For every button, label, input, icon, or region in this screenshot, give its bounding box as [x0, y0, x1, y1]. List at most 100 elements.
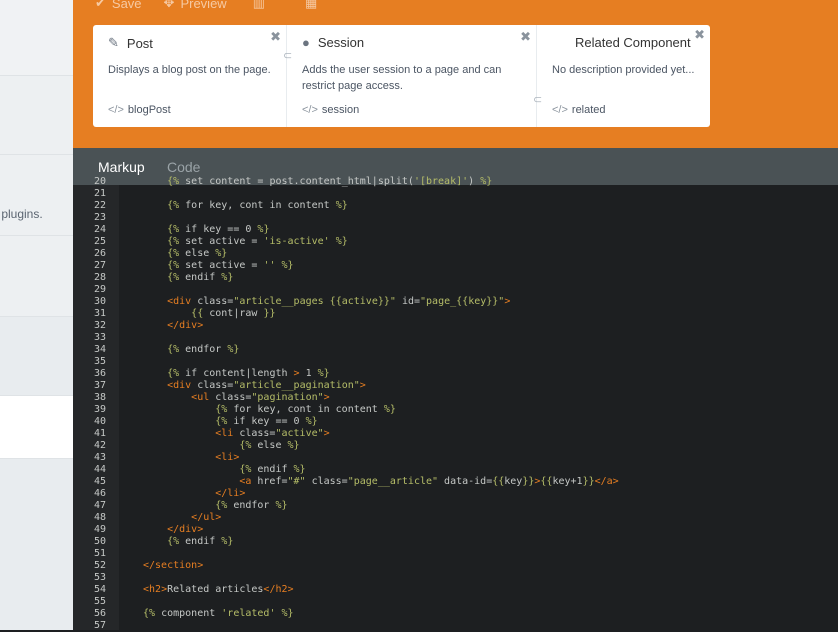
- save-label: Save: [111, 0, 142, 11]
- line-number: 40: [93, 416, 106, 427]
- code-editor[interactable]: 20 {% set content = post.content_html|sp…: [73, 176, 838, 631]
- component-alias-text: session: [321, 104, 360, 116]
- sidebar-block[interactable]: [0, 0, 73, 76]
- code-text: {% if content|length > 1 %}: [167, 368, 330, 379]
- user-icon: ●: [302, 35, 310, 50]
- code-icon: </>: [552, 104, 568, 116]
- line-number: 57: [93, 620, 106, 631]
- table-icon: ▦: [305, 0, 318, 10]
- toolbar: ✔ Save ✥ Preview ▥ ▦: [95, 0, 345, 12]
- code-text: {% if key == 0 %}: [215, 416, 318, 427]
- component-card-related[interactable]: Related Component No description provide…: [537, 25, 710, 127]
- trash-icon: ▥: [252, 0, 265, 10]
- line-number: 27: [93, 260, 106, 271]
- code-icon: </>: [302, 104, 318, 116]
- code-text: {% for key, cont in content %}: [215, 404, 396, 415]
- sidebar-hint-text: r plugins.: [0, 207, 43, 221]
- code-text: <a href="#" class="page__article" data-i…: [239, 476, 619, 487]
- code-text: {% for key, cont in content %}: [167, 200, 348, 211]
- line-number: 37: [93, 380, 106, 391]
- line-number: 32: [93, 320, 106, 331]
- move-icon: ✥: [163, 0, 175, 10]
- code-text: <li class="active">: [215, 428, 330, 439]
- component-title: ● Session: [302, 35, 364, 50]
- preview-label: Preview: [180, 0, 227, 11]
- tab-markup[interactable]: Markup: [98, 159, 145, 175]
- code-text: <div class="article__pages {{active}}" i…: [167, 296, 511, 307]
- sidebar-block: [0, 459, 73, 630]
- line-number: 24: [93, 224, 106, 235]
- line-number: 46: [93, 488, 106, 499]
- line-number: 38: [93, 392, 106, 403]
- line-number: 30: [93, 296, 106, 307]
- line-number: 22: [93, 200, 106, 211]
- close-icon[interactable]: ✖: [694, 27, 705, 43]
- code-text: <h2>Related articles</h2>: [143, 584, 294, 595]
- component-alias-text: related: [571, 104, 606, 116]
- code-text: </section>: [143, 560, 204, 571]
- component-title-text: Post: [126, 35, 153, 51]
- line-number: 29: [93, 284, 106, 295]
- left-sidebar: r plugins.: [0, 0, 73, 630]
- code-text: {% else %}: [239, 440, 300, 451]
- line-number: 56: [93, 608, 106, 619]
- line-number: 23: [93, 212, 106, 223]
- code-text: <div class="article__pagination">: [167, 380, 366, 391]
- sidebar-block[interactable]: [0, 155, 73, 236]
- line-number: 48: [93, 512, 106, 523]
- delete-button[interactable]: ▥: [253, 0, 271, 11]
- line-number: 21: [93, 188, 106, 199]
- component-alias: </> related: [552, 104, 606, 116]
- code-text: {% endif %}: [239, 464, 306, 475]
- component-description: No description provided yet...: [552, 64, 695, 76]
- line-number: 55: [93, 596, 106, 607]
- line-number: 44: [93, 464, 106, 475]
- preview-button[interactable]: ✥ Preview: [164, 0, 227, 11]
- component-alias: </> blogPost: [108, 104, 171, 116]
- code-text: {{ cont|raw }}: [191, 308, 276, 319]
- link-icon: ⊂: [283, 50, 293, 62]
- component-title: ✎ Post: [108, 35, 153, 51]
- line-number: 47: [93, 500, 106, 511]
- component-description: Adds the user session to a page and can …: [302, 64, 502, 92]
- code-text: </li>: [215, 488, 246, 499]
- code-text: <ul class="pagination">: [191, 392, 330, 403]
- code-text: {% else %}: [167, 248, 228, 259]
- close-icon[interactable]: ✖: [270, 29, 281, 45]
- tab-code[interactable]: Code: [167, 159, 200, 175]
- line-number: 39: [93, 404, 106, 415]
- line-number: 35: [93, 356, 106, 367]
- component-card-session[interactable]: ● Session Adds the user session to a pag…: [287, 25, 537, 127]
- code-text: <li>: [215, 452, 240, 463]
- link-icon: ⊂: [533, 94, 543, 106]
- line-number: 42: [93, 440, 106, 451]
- save-button[interactable]: ✔ Save: [95, 0, 142, 11]
- pencil-icon: ✎: [108, 35, 119, 50]
- code-text: {% if key == 0 %}: [167, 224, 270, 235]
- line-number: 36: [93, 368, 106, 379]
- code-text: {% set content = post.content_html|split…: [167, 176, 493, 187]
- table-button[interactable]: ▦: [305, 0, 323, 11]
- line-number: 53: [93, 572, 106, 583]
- line-number: 26: [93, 248, 106, 259]
- code-text: {% set active = '' %}: [167, 260, 294, 271]
- check-icon: ✔: [95, 0, 106, 10]
- sidebar-block[interactable]: [0, 76, 73, 155]
- line-number: 50: [93, 536, 106, 547]
- code-text: {% endfor %}: [215, 500, 288, 511]
- close-icon[interactable]: ✖: [520, 29, 531, 45]
- code-text: {% endif %}: [167, 536, 234, 547]
- line-number: 43: [93, 452, 106, 463]
- component-alias: </> session: [302, 104, 359, 116]
- sidebar-block-selected[interactable]: [0, 396, 73, 459]
- sidebar-block[interactable]: [0, 236, 73, 317]
- line-number: 41: [93, 428, 106, 439]
- line-number: 28: [93, 272, 106, 283]
- component-card-post[interactable]: ✎ Post Displays a blog post on the page.…: [93, 25, 287, 127]
- component-alias-text: blogPost: [127, 104, 171, 116]
- line-number: 54: [93, 584, 106, 595]
- component-list: ✎ Post Displays a blog post on the page.…: [93, 25, 710, 127]
- component-title-text: Session: [317, 35, 365, 50]
- sidebar-block[interactable]: [0, 317, 73, 396]
- line-number: 25: [93, 236, 106, 247]
